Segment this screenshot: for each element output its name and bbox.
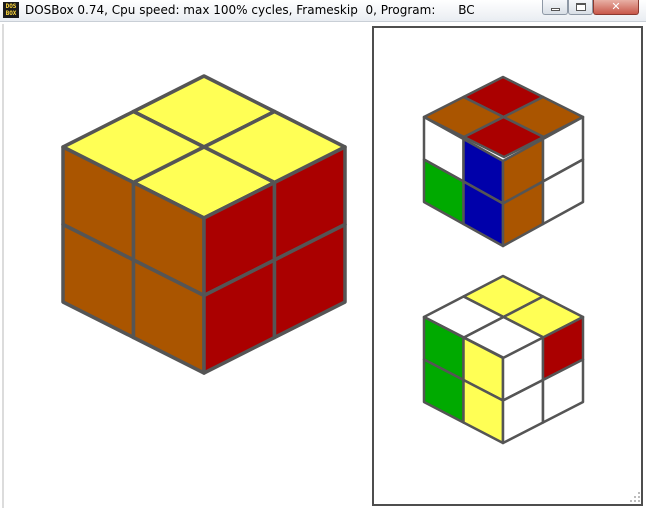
resize-grip[interactable] — [628, 490, 642, 504]
cube-view-upper — [422, 75, 585, 248]
cube-scene — [61, 74, 585, 445]
cube-view-lower — [422, 274, 585, 445]
dosbox-window: DOS BOX DOSBox 0.74, Cpu speed: max 100% … — [0, 0, 646, 508]
main-cube[interactable] — [61, 74, 347, 375]
